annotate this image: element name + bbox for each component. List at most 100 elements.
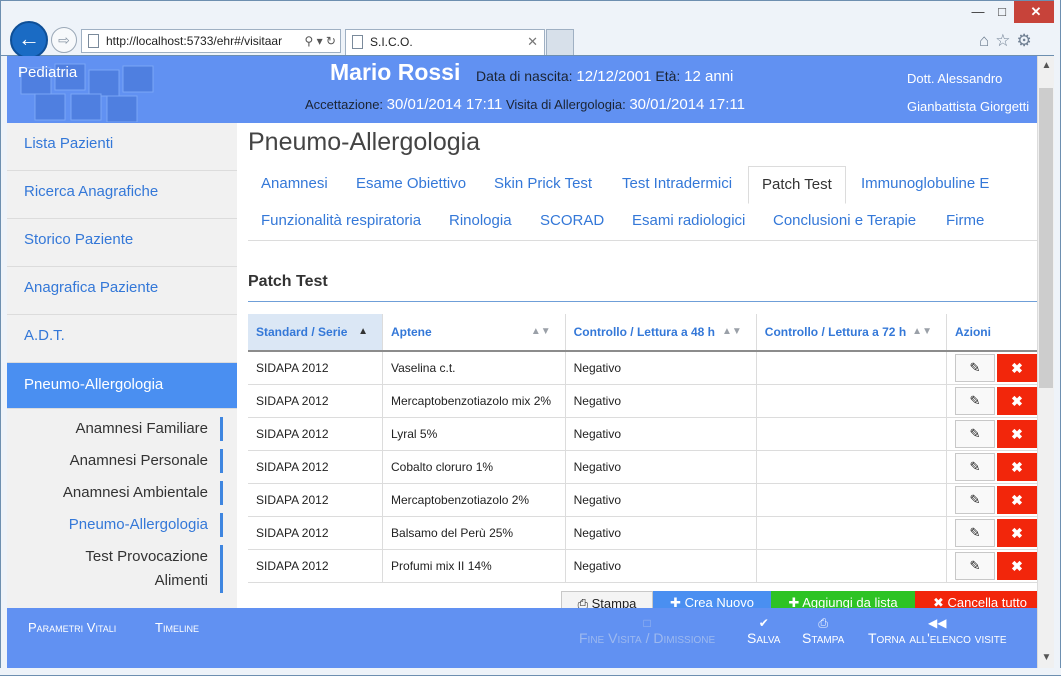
cell-72h (756, 483, 947, 517)
edit-pencil-icon[interactable]: ✎ (954, 353, 995, 382)
tab-esame-obiettivo[interactable]: Esame Obiettivo (343, 166, 479, 202)
maximize-icon[interactable]: □ (990, 1, 1014, 23)
tab-patch-test[interactable]: Patch Test (748, 166, 846, 204)
timeline-link[interactable]: Timeline (155, 620, 199, 635)
close-icon[interactable]: ✕ (527, 30, 538, 54)
scroll-down-icon[interactable]: ▼ (1038, 648, 1055, 668)
delete-x-icon[interactable]: ✖ (996, 452, 1037, 481)
subnav-test-provocazione-line2: Alimenti (154, 572, 208, 589)
edit-pencil-icon[interactable]: ✎ (954, 386, 995, 415)
home-star-gear-icons[interactable]: ⌂☆⚙ (979, 31, 1038, 51)
delete-all-button[interactable]: ✖ Cancella tutto (915, 591, 1037, 608)
subnav-test-provocazione-alimenti[interactable]: Test Provocazione Alimenti (7, 545, 223, 593)
window-close-icon[interactable]: ✕ (1014, 1, 1058, 23)
tab-conclusioni-e-terapie[interactable]: Conclusioni e Terapie (760, 203, 929, 239)
document-icon: □ (643, 616, 651, 630)
table-row: SIDAPA 2012 Mercaptobenzotiazolo mix 2% … (248, 384, 1037, 418)
cell-aptene: Profumi mix II 14% (382, 549, 566, 583)
end-visit-button[interactable]: □ Fine Visita / Dimissione (579, 616, 715, 646)
cell-aptene: Mercaptobenzotiazolo mix 2% (382, 384, 566, 418)
tab-skin-prick-test[interactable]: Skin Prick Test (481, 166, 605, 202)
column-header-label: Standard / Serie (256, 325, 348, 339)
sidebar-item-ricerca-anagrafiche[interactable]: Ricerca Anagrafiche (7, 171, 237, 219)
browser-tab[interactable]: S.I.C.O. ✕ (345, 29, 545, 55)
tab-rinologia[interactable]: Rinologia (436, 203, 525, 239)
new-tab-button[interactable] (546, 29, 574, 55)
cell-actions: ✎ ✖ (946, 516, 1037, 550)
cell-aptene: Cobalto cloruro 1% (382, 450, 566, 484)
back-to-visits-button[interactable]: ◀◀ Torna all'elenco visite (868, 616, 1007, 646)
edit-pencil-icon[interactable]: ✎ (954, 485, 995, 514)
subnav-anamnesi-ambientale[interactable]: Anamnesi Ambientale (7, 481, 223, 505)
create-new-label: Crea Nuovo (684, 595, 754, 608)
cell-72h (756, 450, 947, 484)
vital-parameters-link[interactable]: Parametri Vitali (28, 620, 116, 635)
edit-pencil-icon[interactable]: ✎ (954, 551, 995, 580)
cell-serie: SIDAPA 2012 (248, 516, 384, 550)
save-button[interactable]: ✔ Salva (747, 616, 780, 646)
delete-x-icon[interactable]: ✖ (996, 485, 1037, 514)
cell-aptene: Balsamo del Perù 25% (382, 516, 566, 550)
main-content: Pneumo-Allergologia Anamnesi Esame Obiet… (237, 123, 1037, 608)
tabs-row-1: Anamnesi Esame Obiettivo Skin Prick Test… (248, 166, 1037, 204)
delete-x-icon[interactable]: ✖ (996, 551, 1037, 580)
subnav-test-provocazione-line1: Test Provocazione (85, 548, 208, 565)
cell-72h (756, 351, 947, 385)
scroll-thumb[interactable] (1039, 88, 1053, 388)
sidebar-item-pneumo-allergologia[interactable]: Pneumo-Allergologia (7, 363, 237, 409)
sidebar-item-storico-paziente[interactable]: Storico Paziente (7, 219, 237, 267)
delete-x-icon[interactable]: ✖ (996, 353, 1037, 382)
subnav-pneumo-allergologia[interactable]: Pneumo-Allergologia (7, 513, 223, 537)
subnav-anamnesi-familiare[interactable]: Anamnesi Familiare (7, 417, 223, 441)
doctor-name: Dott. Alessandro Gianbattista Giorgetti (907, 65, 1035, 121)
tab-esami-radiologici[interactable]: Esami radiologici (619, 203, 758, 239)
print-visit-label: Stampa (802, 630, 845, 646)
sidebar-item-adt[interactable]: A.D.T. (7, 315, 237, 363)
column-header-72h[interactable]: Controllo / Lettura a 72 h ▲▼ (756, 314, 947, 352)
table-row: SIDAPA 2012 Profumi mix II 14% Negativo … (248, 549, 1037, 583)
column-header-label: Controllo / Lettura a 48 h (573, 325, 715, 339)
end-visit-label: Fine Visita / Dimissione (579, 630, 716, 646)
tab-scorad[interactable]: SCORAD (527, 203, 617, 239)
search-refresh-icons[interactable]: ⚲ ▾ ↻ (304, 30, 336, 52)
cell-serie: SIDAPA 2012 (248, 351, 384, 385)
column-header-48h[interactable]: Controllo / Lettura a 48 h ▲▼ (565, 314, 757, 352)
vertical-scrollbar[interactable]: ▲ ▼ (1037, 56, 1054, 668)
back-arrow-icon[interactable]: ← (10, 21, 48, 59)
delete-x-icon[interactable]: ✖ (996, 386, 1037, 415)
sidebar-item-anagrafica-paziente[interactable]: Anagrafica Paziente (7, 267, 237, 315)
column-header-label: Aptene (391, 325, 432, 339)
scroll-up-icon[interactable]: ▲ (1038, 56, 1055, 76)
app-header: Pediatria Mario Rossi Data di nascita: 1… (7, 56, 1037, 123)
address-bar[interactable]: http://localhost:5733/ehr#/visitaar ⚲ ▾ … (81, 29, 341, 53)
tab-firme[interactable]: Firme (933, 203, 997, 239)
tab-anamnesi[interactable]: Anamnesi (248, 166, 341, 202)
add-from-list-button[interactable]: ✚ Aggiungi da lista (771, 591, 915, 608)
admission-info: Accettazione: 30/01/2014 17:11 Visita di… (305, 96, 745, 113)
tab-test-intradermici[interactable]: Test Intradermici (609, 166, 745, 202)
edit-pencil-icon[interactable]: ✎ (954, 518, 995, 547)
column-header-aptene[interactable]: Aptene ▲▼ (382, 314, 566, 352)
cell-actions: ✎ ✖ (946, 483, 1037, 517)
delete-x-icon[interactable]: ✖ (996, 419, 1037, 448)
minimize-icon[interactable]: — (966, 1, 990, 23)
subnav-anamnesi-personale[interactable]: Anamnesi Personale (7, 449, 223, 473)
cell-72h (756, 417, 947, 451)
footer-bar: Parametri Vitali Timeline □ Fine Visita … (7, 608, 1037, 668)
window-border (0, 668, 1061, 676)
print-button[interactable]: ⎙ Stampa (561, 591, 653, 608)
table-header-row: Standard / Serie ▲ Aptene ▲▼ Controllo / L… (248, 314, 1037, 352)
edit-pencil-icon[interactable]: ✎ (954, 419, 995, 448)
tab-immunoglobuline-e[interactable]: Immunoglobuline E (848, 166, 1002, 202)
visit-value: 30/01/2014 17:11 (629, 96, 745, 113)
print-label: Stampa (591, 596, 637, 608)
forward-arrow-icon[interactable]: ⇨ (51, 27, 77, 53)
column-header-serie[interactable]: Standard / Serie ▲ (248, 314, 384, 352)
delete-x-icon[interactable]: ✖ (996, 518, 1037, 547)
cell-48h: Negativo (565, 483, 757, 517)
create-new-button[interactable]: ✚ Crea Nuovo (653, 591, 771, 608)
tab-funzionalita-respiratoria[interactable]: Funzionalità respiratoria (248, 203, 434, 239)
edit-pencil-icon[interactable]: ✎ (954, 452, 995, 481)
sidebar-item-lista-pazienti[interactable]: Lista Pazienti (7, 123, 237, 171)
print-visit-button[interactable]: ⎙ Stampa (802, 616, 844, 646)
